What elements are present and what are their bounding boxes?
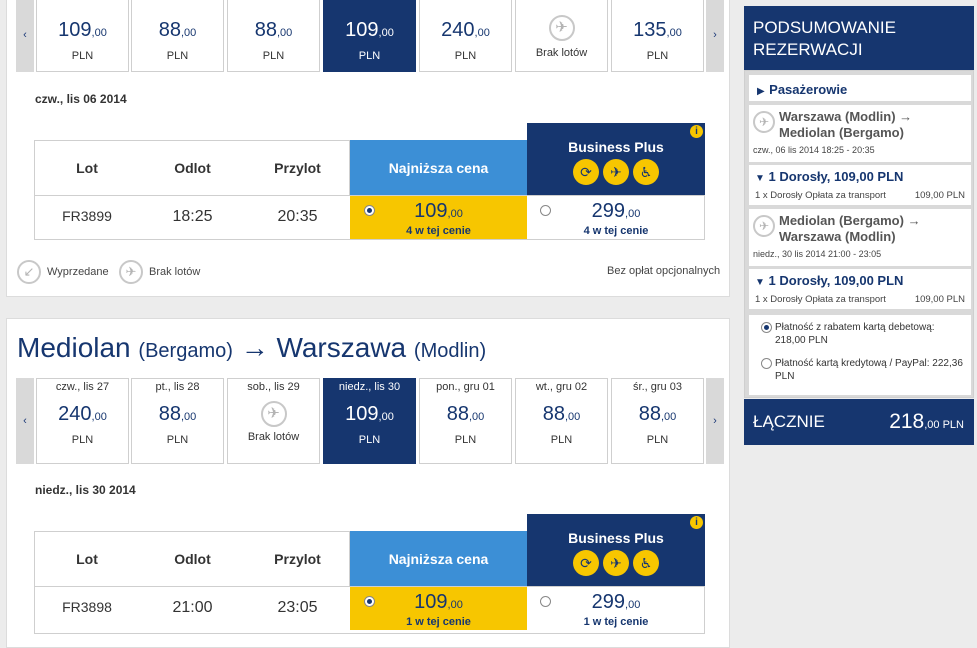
outbound-day-no-flights: ✈ Brak lotów: [515, 0, 608, 72]
business-fare-radio[interactable]: [540, 205, 551, 216]
lowest-fare-option[interactable]: 109,00 1 w tej cenie: [350, 587, 527, 630]
outbound-day-7[interactable]: 135,00 PLN: [611, 0, 704, 72]
lowest-fare-radio[interactable]: [364, 205, 375, 216]
flight-number: FR3898: [62, 599, 112, 615]
summary-leg-2: ✈ Mediolan (Bergamo) → Warszawa (Modlin)…: [749, 209, 971, 266]
col-przylot: Przylot: [274, 551, 321, 567]
outbound-day-selected[interactable]: 109,00 PLN: [323, 0, 416, 72]
total-label: ŁĄCZNIE: [753, 412, 825, 431]
outbound-date-strip: ‹ 109,00 PLN 88,00 PLN 88,00 PLN 109,00 PLN …: [16, 0, 724, 72]
legend-sold-out: ↙ Wyprzedane: [17, 260, 109, 284]
flexible-icon: ⟳: [573, 159, 599, 185]
lowest-fare-radio[interactable]: [364, 596, 375, 607]
outbound-day-2[interactable]: 88,00 PLN: [131, 0, 224, 72]
return-date-strip: ‹ czw., lis 27 240,00 PLN pt., lis 28 88,00…: [16, 378, 724, 464]
sold-out-icon: ↙: [17, 260, 41, 284]
flight-number: FR3899: [62, 208, 112, 224]
business-fare-radio[interactable]: [540, 596, 551, 607]
return-day-7[interactable]: śr., gru 03 88,00 PLN: [611, 378, 704, 464]
no-flights-icon: ✈: [260, 401, 287, 427]
col-odlot: Odlot: [174, 160, 211, 176]
seat-icon: ♿: [633, 550, 659, 576]
next-dates-arrow[interactable]: ›: [706, 0, 724, 72]
prev-dates-arrow[interactable]: ‹: [16, 0, 34, 72]
return-day-6[interactable]: wt., gru 02 88,00 PLN: [515, 378, 608, 464]
pay-credit-radio[interactable]: [761, 358, 772, 369]
no-flights-icon: ✈: [548, 15, 575, 41]
outbound-date-heading: czw., lis 06 2014: [35, 92, 127, 106]
return-day-1[interactable]: czw., lis 27 240,00 PLN: [36, 378, 129, 464]
priority-icon: ✈: [603, 550, 629, 576]
summary-body: ▶ Pasażerowie ✈ Warszawa (Modlin) → Medi…: [744, 70, 974, 398]
legend-no-fees: Bez opłat opcjonalnych: [607, 265, 721, 277]
col-lot: Lot: [76, 160, 98, 176]
collapse-arrow-icon: ▼: [755, 277, 765, 288]
departure-time: 21:00: [172, 599, 213, 616]
no-flights-icon: ✈: [119, 260, 143, 284]
return-day-5[interactable]: pon., gru 01 88,00 PLN: [419, 378, 512, 464]
seat-icon: ♿: [633, 159, 659, 185]
priority-icon: ✈: [603, 159, 629, 185]
outbound-day-5[interactable]: 240,00 PLN: [419, 0, 512, 72]
col-odlot: Odlot: [174, 551, 211, 567]
payment-options: Płatność z rabatem kartą debetową: 218,0…: [749, 315, 971, 395]
next-dates-arrow[interactable]: ›: [706, 378, 724, 464]
summary-leg-1-pax[interactable]: ▼ 1 Dorosły, 109,00 PLN 1 x Dorosły Opła…: [749, 165, 971, 205]
plane-icon: ✈: [753, 111, 775, 133]
summary-leg-1: ✈ Warszawa (Modlin) → Mediolan (Bergamo)…: [749, 105, 971, 162]
lowest-price-header: Najniższa cena: [350, 140, 527, 196]
business-plus-header: i Business Plus ⟳ ✈ ♿: [527, 514, 705, 587]
outbound-day-1[interactable]: 109,00 PLN: [36, 0, 129, 72]
prev-dates-arrow[interactable]: ‹: [16, 378, 34, 464]
return-route-title: Mediolan (Bergamo) → Warszawa (Modlin): [17, 332, 487, 363]
departure-time: 18:25: [172, 208, 213, 225]
expand-arrow-icon: ▶: [757, 86, 765, 97]
info-icon[interactable]: i: [690, 125, 703, 138]
return-day-2[interactable]: pt., lis 28 88,00 PLN: [131, 378, 224, 464]
arrival-time: 20:35: [277, 208, 318, 225]
lowest-fare-option[interactable]: 109,00 4 w tej cenie: [350, 196, 527, 239]
col-lot: Lot: [76, 551, 98, 567]
summary-leg-2-pax[interactable]: ▼ 1 Dorosły, 109,00 PLN 1 x Dorosły Opła…: [749, 269, 971, 309]
total-bar: ŁĄCZNIE 218,00 PLN: [744, 399, 974, 445]
business-plus-header: i Business Plus ⟳ ✈ ♿: [527, 123, 705, 196]
return-date-heading: niedz., lis 30 2014: [35, 483, 136, 497]
flexible-icon: ⟳: [573, 550, 599, 576]
return-day-selected[interactable]: niedz., lis 30 109,00 PLN: [323, 378, 416, 464]
plane-icon: ✈: [753, 215, 775, 237]
outbound-day-3[interactable]: 88,00 PLN: [227, 0, 320, 72]
total-amount: 218,00 PLN: [889, 410, 964, 433]
info-icon[interactable]: i: [690, 516, 703, 529]
business-fare-option[interactable]: 299,00 1 w tej cenie: [527, 587, 705, 630]
lowest-price-header: Najniższa cena: [350, 531, 527, 587]
legend-no-flights: ✈ Brak lotów: [119, 260, 200, 284]
col-przylot: Przylot: [274, 160, 321, 176]
arrival-time: 23:05: [277, 599, 318, 616]
pay-debit-radio[interactable]: [761, 322, 772, 333]
return-day-no-flights: sob., lis 29 ✈ Brak lotów: [227, 378, 320, 464]
passengers-toggle[interactable]: ▶ Pasażerowie: [749, 75, 971, 101]
summary-title: PODSUMOWANIE REZERWACJI: [744, 6, 974, 70]
collapse-arrow-icon: ▼: [755, 173, 765, 184]
business-fare-option[interactable]: 299,00 4 w tej cenie: [527, 196, 705, 239]
